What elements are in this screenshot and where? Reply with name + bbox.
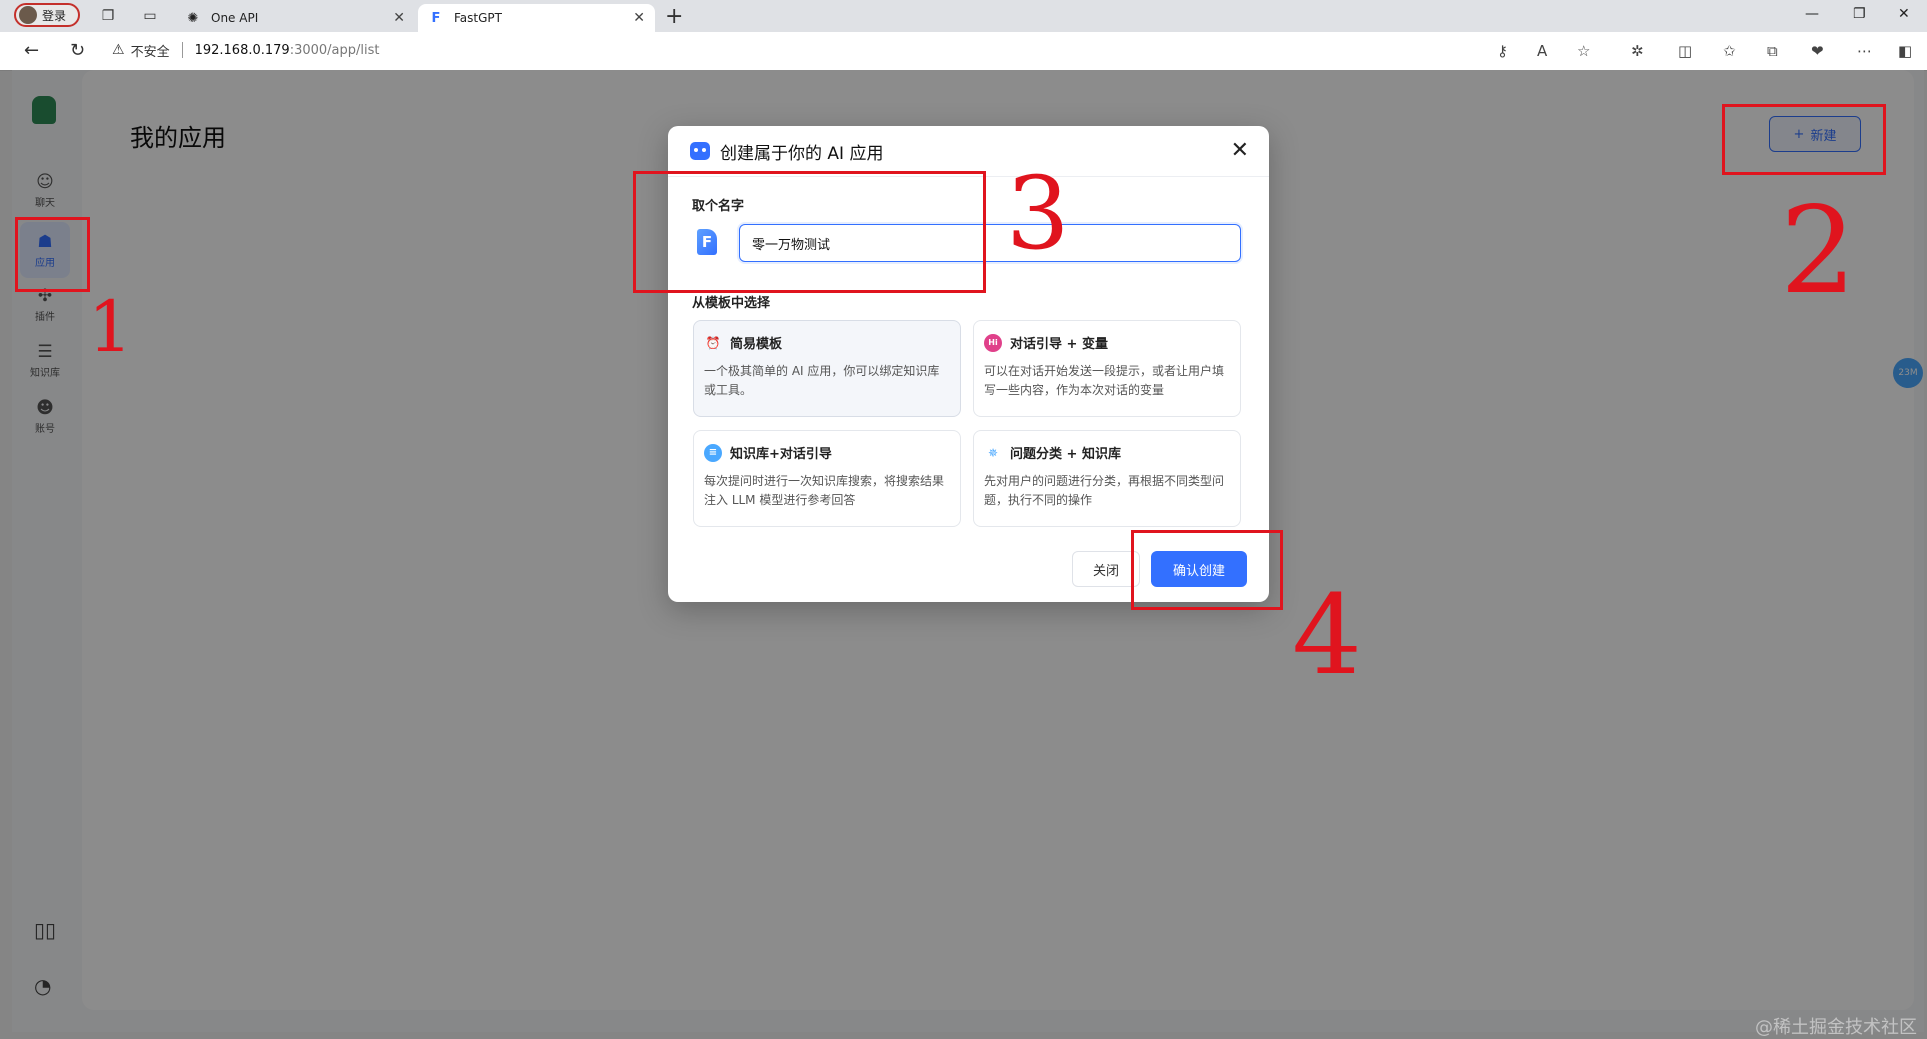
template-title: 问题分类 + 知识库 — [1010, 447, 1121, 462]
security-label: 不安全 — [130, 44, 170, 60]
template-card-classify-dataset[interactable]: ✵ 问题分类 + 知识库 先对用户的问题进行分类，再根据不同类型问题，执行不同的… — [973, 430, 1241, 527]
divider — [181, 42, 183, 58]
annotation-box-1 — [15, 217, 90, 292]
annotation-box-3 — [633, 171, 986, 293]
database-icon: ≡ — [704, 443, 722, 462]
sparkle-icon: ✵ — [987, 445, 999, 460]
favorite-star-icon[interactable]: ☆ — [1577, 42, 1590, 60]
template-label: 从模板中选择 — [692, 296, 771, 311]
minimize-icon[interactable]: — — [1805, 6, 1819, 22]
openai-icon: ✺ — [187, 10, 199, 26]
tab-actions-icon[interactable]: ▭ — [140, 6, 160, 26]
template-card-dataset-guide[interactable]: ≡ 知识库+对话引导 每次提问时进行一次知识库搜索，将搜索结果注入 LLM 模型… — [693, 430, 961, 527]
annotation-number-1: 1 — [88, 286, 133, 368]
sidebar-toggle-icon[interactable]: ◧ — [1898, 42, 1912, 60]
alarm-clock-icon: ⏰ — [705, 335, 721, 350]
annotation-number-4: 4 — [1292, 571, 1362, 699]
back-icon[interactable]: ← — [24, 40, 39, 61]
cancel-button[interactable]: 关闭 — [1072, 551, 1140, 587]
read-aloud-icon[interactable]: A — [1537, 42, 1547, 60]
template-title: 知识库+对话引导 — [730, 447, 832, 462]
browser-tab-bar: 登录 ❐ ▭ ✺ One API ✕ F FastGPT ✕ + — ❐ ✕ — [0, 0, 1927, 32]
url-host: 192.168.0.179 — [194, 42, 290, 58]
split-screen-icon[interactable]: ◫ — [1678, 42, 1692, 60]
template-card-guide-variable[interactable]: Hi 对话引导 + 变量 可以在对话开始发送一段提示，或者让用户填写一些内容，作… — [973, 320, 1241, 417]
fastgpt-icon: F — [431, 10, 441, 26]
tab-fastgpt[interactable]: F FastGPT ✕ — [418, 4, 655, 32]
refresh-icon[interactable]: ↻ — [70, 40, 85, 61]
template-card-simple[interactable]: ⏰ 简易模板 一个极其简单的 AI 应用，你可以绑定知识库或工具。 — [693, 320, 961, 417]
template-title: 对话引导 + 变量 — [1010, 337, 1108, 352]
workspaces-icon[interactable]: ❐ — [98, 6, 118, 26]
annotation-box-2 — [1722, 104, 1886, 175]
restore-icon[interactable]: ❐ — [1853, 6, 1866, 22]
tab-one-api[interactable]: ✺ One API ✕ — [175, 4, 415, 32]
favorites-icon[interactable]: ✩ — [1723, 42, 1736, 60]
template-title: 简易模板 — [730, 337, 783, 352]
avatar — [19, 6, 37, 24]
collections-icon[interactable]: ⧉ — [1767, 42, 1778, 60]
hi-bubble-icon: Hi — [984, 333, 1002, 352]
warning-icon: ⚠ — [112, 42, 125, 58]
performance-icon[interactable]: ❤ — [1811, 42, 1824, 60]
annotation-number-3: 3 — [1006, 155, 1070, 272]
template-desc: 可以在对话开始发送一段提示，或者让用户填写一些内容，作为本次对话的变量 — [984, 364, 1225, 397]
template-desc: 一个极其简单的 AI 应用，你可以绑定知识库或工具。 — [704, 364, 940, 397]
extensions-icon[interactable]: ✲ — [1631, 42, 1644, 60]
modal-header: 创建属于你的 AI 应用 ✕ — [668, 126, 1269, 177]
tab-title: One API — [211, 11, 259, 25]
url-field[interactable]: ⚠ 不安全 192.168.0.179:3000/app/list — [112, 35, 1597, 65]
close-icon[interactable]: ✕ — [633, 10, 645, 26]
modal-title: 创建属于你的 AI 应用 — [720, 143, 884, 164]
template-desc: 先对用户的问题进行分类，再根据不同类型问题，执行不同的操作 — [984, 474, 1225, 507]
tab-title: FastGPT — [454, 11, 502, 25]
address-bar-row: ← ↻ ⚠ 不安全 192.168.0.179:3000/app/list ⚷ … — [0, 32, 1927, 71]
annotation-box-4 — [1131, 530, 1283, 610]
url-path: :3000/app/list — [289, 42, 380, 58]
close-icon[interactable]: ✕ — [393, 10, 405, 26]
window-close-icon[interactable]: ✕ — [1898, 6, 1910, 22]
annotation-number-2: 2 — [1780, 182, 1857, 321]
watermark: @稀土掘金技术社区 — [1755, 1017, 1917, 1038]
new-tab-icon[interactable]: + — [665, 4, 683, 29]
robot-icon — [690, 142, 710, 160]
template-desc: 每次提问时进行一次知识库搜索，将搜索结果注入 LLM 模型进行参考回答 — [704, 474, 945, 507]
more-icon[interactable]: ⋯ — [1857, 42, 1872, 60]
key-icon[interactable]: ⚷ — [1497, 42, 1508, 60]
close-icon[interactable]: ✕ — [1231, 138, 1249, 163]
profile-button[interactable]: 登录 — [14, 3, 80, 27]
profile-label: 登录 — [42, 8, 67, 23]
